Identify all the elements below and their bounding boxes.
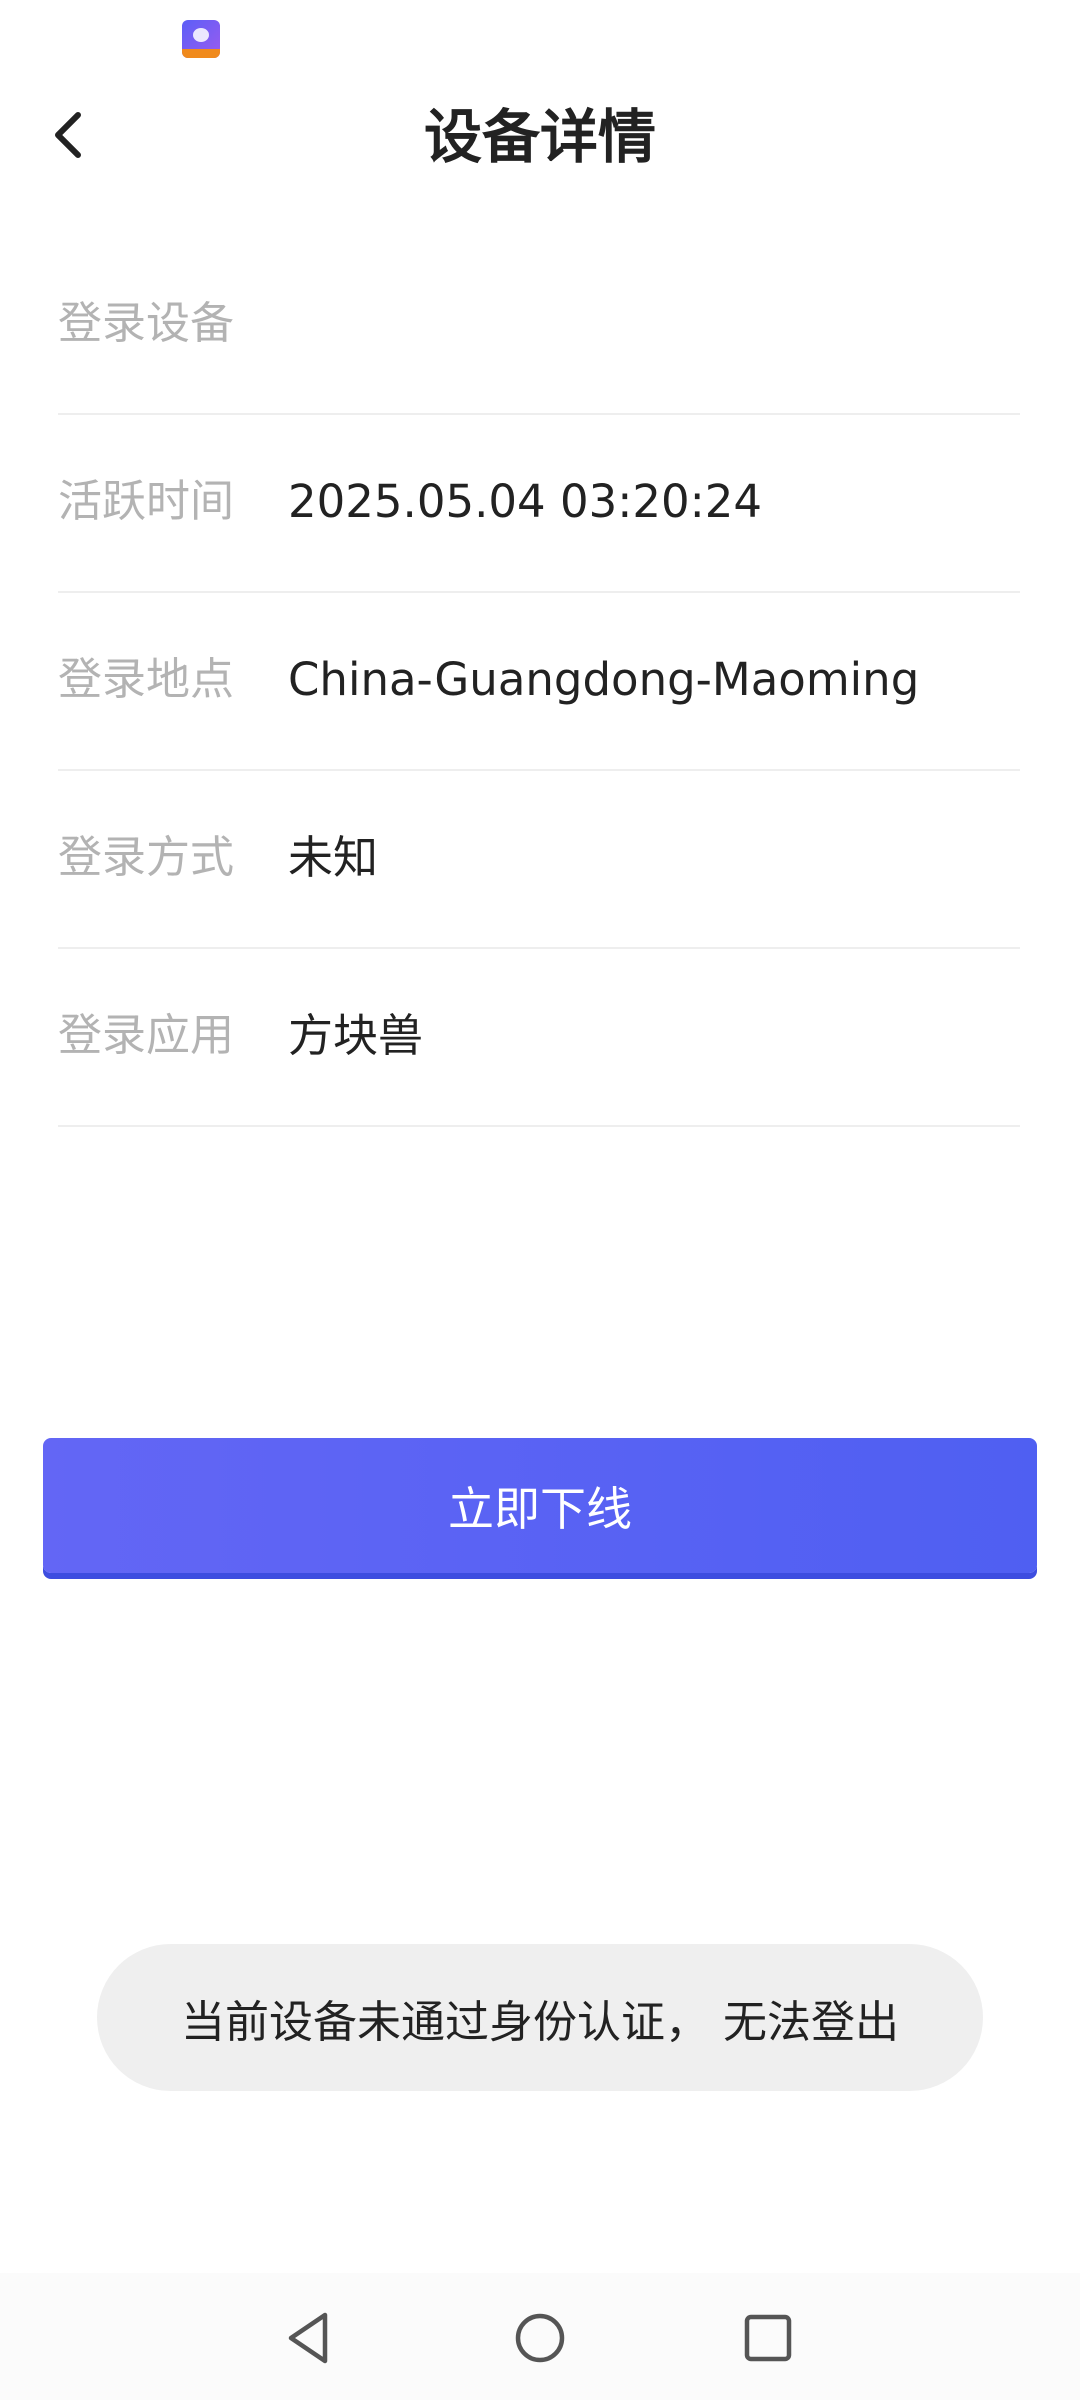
nav-recent-button[interactable] bbox=[733, 2303, 803, 2373]
info-value: 未知 bbox=[288, 831, 379, 884]
info-value: 2025.05.04 03:20:24 bbox=[288, 475, 763, 528]
app-face-shape bbox=[193, 28, 209, 42]
header: 设备详情 bbox=[0, 80, 1080, 210]
info-label: 登录地点 bbox=[58, 654, 234, 705]
info-row-login-app: 登录应用 方块兽 bbox=[58, 949, 1020, 1127]
info-row-login-method: 登录方式 未知 bbox=[58, 771, 1020, 949]
nav-home-button[interactable] bbox=[505, 2303, 575, 2373]
app-band-shape bbox=[182, 49, 220, 58]
device-info-list: 登录设备 活跃时间 2025.05.04 03:20:24 登录地点 China… bbox=[58, 237, 1020, 1127]
triangle-back-icon bbox=[288, 2312, 328, 2364]
info-label: 登录设备 bbox=[58, 298, 234, 349]
info-value: 方块兽 bbox=[288, 1009, 424, 1062]
device-details-screen: 设备详情 登录设备 活跃时间 2025.05.04 03:20:24 登录地点 … bbox=[0, 0, 1080, 2400]
info-row-login-device: 登录设备 bbox=[58, 237, 1020, 415]
info-row-active-time: 活跃时间 2025.05.04 03:20:24 bbox=[58, 415, 1020, 593]
info-label: 活跃时间 bbox=[58, 476, 234, 527]
system-nav-bar bbox=[0, 2273, 1080, 2400]
app-notification-icon bbox=[182, 20, 220, 58]
page-title: 设备详情 bbox=[423, 103, 656, 171]
nav-back-button[interactable] bbox=[275, 2303, 345, 2373]
info-label: 登录方式 bbox=[58, 832, 234, 883]
toast-message: 当前设备未通过身份认证， 无法登出 bbox=[97, 1944, 983, 2091]
info-row-login-location: 登录地点 China-Guangdong-Maoming bbox=[58, 593, 1020, 771]
square-recent-icon bbox=[744, 2314, 792, 2362]
status-bar bbox=[0, 0, 1080, 80]
circle-home-icon bbox=[515, 2313, 565, 2363]
info-value: China-Guangdong-Maoming bbox=[288, 653, 920, 706]
logout-now-button[interactable]: 立即下线 bbox=[43, 1438, 1037, 1573]
info-label: 登录应用 bbox=[58, 1010, 234, 1061]
